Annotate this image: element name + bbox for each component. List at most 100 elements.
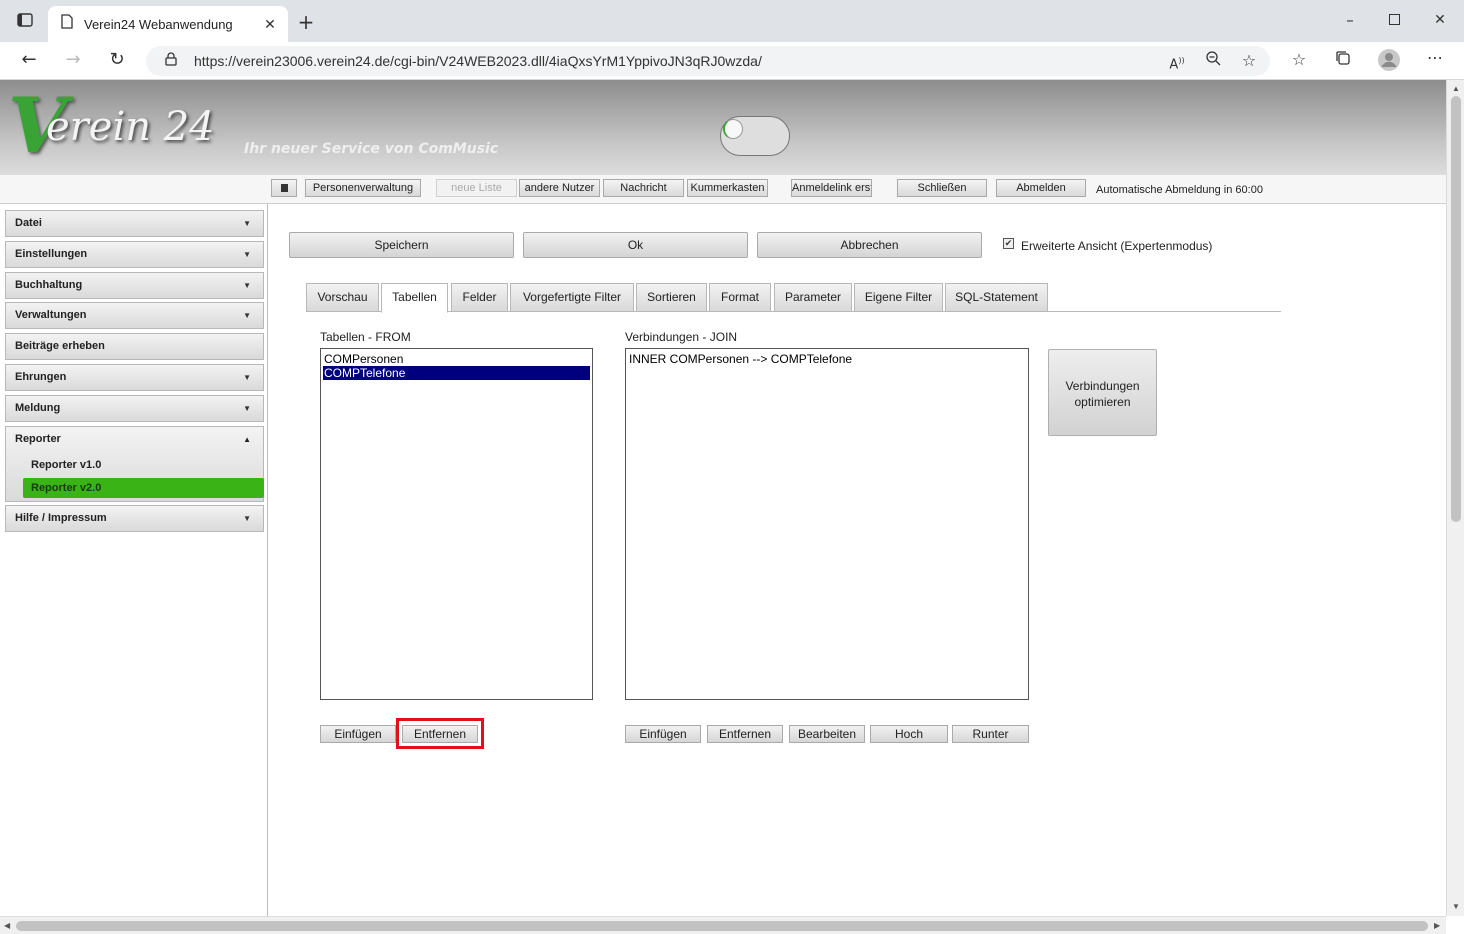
tab-sql-statement[interactable]: SQL-Statement xyxy=(945,283,1048,312)
kummerkasten-button[interactable]: Kummerkasten xyxy=(687,179,768,197)
sidebar-item-label: Verwaltungen xyxy=(15,309,87,321)
slogan: Ihr neuer Service von ComMusic xyxy=(244,141,499,157)
maximize-icon[interactable] xyxy=(1384,10,1404,30)
scroll-up-icon[interactable]: ▲ xyxy=(1452,84,1460,93)
tab-format[interactable]: Format xyxy=(709,283,771,312)
expert-mode-checkbox[interactable]: ✔ xyxy=(1003,238,1014,249)
tab-parameter[interactable]: Parameter xyxy=(774,283,852,312)
new-tab-icon[interactable]: + xyxy=(296,12,316,32)
tab-felder[interactable]: Felder xyxy=(451,283,508,312)
read-aloud-icon[interactable]: A)) xyxy=(1166,51,1188,72)
sidebar-item-label: Meldung xyxy=(15,402,61,414)
joins-edit-button[interactable]: Bearbeiten xyxy=(789,725,865,743)
joins-insert-button[interactable]: Einfügen xyxy=(625,725,701,743)
close-window-icon[interactable]: ✕ xyxy=(1430,10,1450,30)
forward-icon[interactable]: → xyxy=(62,50,84,70)
list-item-selected[interactable]: COMPTelefone xyxy=(323,366,590,380)
scroll-right-icon[interactable]: ▶ xyxy=(1434,921,1440,930)
sidebar-item-ehrungen[interactable]: Ehrungen ▼ xyxy=(5,364,264,391)
browser-toolbar: ← → ↻ https://verein23006.verein24.de/cg… xyxy=(0,42,1464,80)
sidebar-group-reporter: Reporter ▲ Reporter v1.0 Reporter v2.0 xyxy=(5,426,264,502)
favorites-icon[interactable]: ☆ xyxy=(1288,50,1310,70)
reload-icon[interactable]: ↻ xyxy=(106,50,128,70)
optimize-joins-button[interactable]: Verbindungen optimieren xyxy=(1048,349,1157,436)
logo-text: erein 24 xyxy=(46,104,215,150)
tab-vorgefertigte-filter[interactable]: Vorgefertigte Filter xyxy=(510,283,634,312)
app-header: V erein 24 Ihr neuer Service von ComMusi… xyxy=(0,80,1446,175)
more-menu-icon[interactable]: ⋯ xyxy=(1424,48,1446,68)
add-favorite-icon[interactable]: ☆ xyxy=(1238,51,1260,71)
horizontal-scrollbar[interactable]: ◀ ▶ xyxy=(0,916,1446,934)
andere-nutzer-button[interactable]: andere Nutzer xyxy=(519,179,600,197)
expert-mode-label[interactable]: Erweiterte Ansicht (Expertenmodus) xyxy=(1021,239,1212,253)
auto-logout-timer: Automatische Abmeldung in 60:00 xyxy=(1096,184,1263,196)
sidebar-item-hilfe[interactable]: Hilfe / Impressum ▼ xyxy=(5,505,264,532)
caret-down-icon: ▼ xyxy=(243,281,251,290)
neue-liste-button[interactable]: neue Liste xyxy=(436,179,517,197)
browser-tabbar: Verein24 Webanwendung ✕ + – ✕ xyxy=(0,0,1464,42)
tables-insert-button[interactable]: Einfügen xyxy=(320,725,396,743)
sidebar-item-buchhaltung[interactable]: Buchhaltung ▼ xyxy=(5,272,264,299)
tables-listbox[interactable]: COMPersonen COMPTelefone xyxy=(320,348,593,700)
vertical-scroll-thumb[interactable] xyxy=(1451,96,1461,522)
sidebar-item-reporter[interactable]: Reporter ▲ xyxy=(6,427,263,452)
sidebar-item-verwaltungen[interactable]: Verwaltungen ▼ xyxy=(5,302,264,329)
sidebar-item-datei[interactable]: Datei ▼ xyxy=(5,210,264,237)
tab-sortieren[interactable]: Sortieren xyxy=(636,283,707,312)
tab-actions-icon[interactable] xyxy=(14,12,36,32)
anmeldelink-button[interactable]: Anmeldelink erst xyxy=(791,179,872,197)
close-tab-icon[interactable]: ✕ xyxy=(260,15,280,35)
save-button[interactable]: Speichern xyxy=(289,232,514,258)
cancel-button[interactable]: Abbrechen xyxy=(757,232,982,258)
ok-button[interactable]: Ok xyxy=(523,232,748,258)
joins-remove-button[interactable]: Entfernen xyxy=(707,725,783,743)
collections-icon[interactable] xyxy=(1332,50,1354,70)
joins-label: Verbindungen - JOIN xyxy=(625,330,738,344)
tab-title: Verein24 Webanwendung xyxy=(84,17,233,32)
abmelden-button[interactable]: Abmelden xyxy=(996,179,1086,197)
vertical-scrollbar[interactable]: ▲ ▼ xyxy=(1446,80,1464,916)
tables-label: Tabellen - FROM xyxy=(320,330,411,344)
back-icon[interactable]: ← xyxy=(18,50,40,70)
scroll-left-icon[interactable]: ◀ xyxy=(4,921,10,930)
joins-down-button[interactable]: Runter xyxy=(952,725,1029,743)
tab-tabellen[interactable]: Tabellen xyxy=(381,283,448,313)
minimize-icon[interactable]: – xyxy=(1340,10,1360,30)
list-item[interactable]: COMPersonen xyxy=(323,352,590,366)
nachricht-button[interactable]: Nachricht xyxy=(603,179,684,197)
tab-vorschau[interactable]: Vorschau xyxy=(306,283,379,312)
personenverwaltung-button[interactable]: Personenverwaltung xyxy=(305,179,421,197)
caret-down-icon: ▼ xyxy=(243,373,251,382)
list-item[interactable]: INNER COMPersonen --> COMPTelefone xyxy=(628,352,1026,366)
schliessen-button[interactable]: Schließen xyxy=(897,179,987,197)
caret-up-icon: ▲ xyxy=(243,435,251,444)
sidebar-item-label: Reporter xyxy=(15,433,61,445)
caret-down-icon: ▼ xyxy=(243,250,251,259)
scroll-down-icon[interactable]: ▼ xyxy=(1452,902,1460,911)
toggle-knob xyxy=(723,119,743,139)
sidebar-subitem-reporter-v1[interactable]: Reporter v1.0 xyxy=(23,455,264,475)
menu-square-icon xyxy=(280,184,288,192)
profile-avatar-icon[interactable] xyxy=(1378,49,1400,71)
lock-icon[interactable] xyxy=(162,51,180,71)
caret-down-icon: ▼ xyxy=(243,311,251,320)
address-bar[interactable]: https://verein23006.verein24.de/cgi-bin/… xyxy=(146,46,1270,76)
joins-listbox[interactable]: INNER COMPersonen --> COMPTelefone xyxy=(625,348,1029,700)
zoom-icon[interactable] xyxy=(1202,51,1224,71)
browser-tab[interactable]: Verein24 Webanwendung ✕ xyxy=(48,6,288,42)
url-text[interactable]: https://verein23006.verein24.de/cgi-bin/… xyxy=(194,53,762,69)
mode-toggle[interactable] xyxy=(720,116,790,156)
app-menubar: Personenverwaltung neue Liste andere Nut… xyxy=(0,175,1446,204)
sidebar-subitem-reporter-v2[interactable]: Reporter v2.0 xyxy=(23,478,264,498)
joins-up-button[interactable]: Hoch xyxy=(870,725,948,743)
caret-down-icon: ▼ xyxy=(243,514,251,523)
tab-eigene-filter[interactable]: Eigene Filter xyxy=(854,283,943,312)
sidebar-item-meldung[interactable]: Meldung ▼ xyxy=(5,395,264,422)
sidebar-item-label: Datei xyxy=(15,217,42,229)
sidebar-item-einstellungen[interactable]: Einstellungen ▼ xyxy=(5,241,264,268)
horizontal-scroll-thumb[interactable] xyxy=(16,921,1428,931)
menu-toggle-button[interactable] xyxy=(271,179,297,197)
sidebar-item-label: Beiträge erheben xyxy=(15,340,105,352)
sidebar-item-beitraege[interactable]: Beiträge erheben xyxy=(5,333,264,360)
page-icon xyxy=(58,14,76,34)
